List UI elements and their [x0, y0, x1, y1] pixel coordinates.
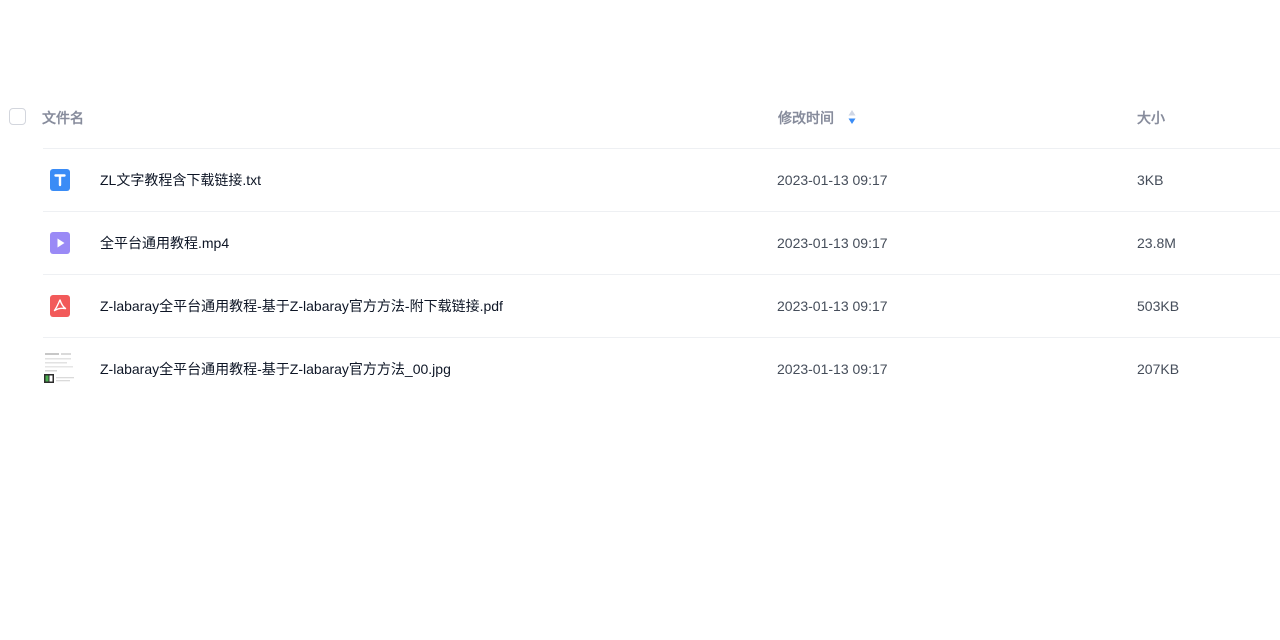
video-file-icon	[50, 232, 70, 254]
column-header-name[interactable]: 文件名	[42, 108, 84, 128]
pdf-file-icon	[50, 295, 70, 317]
column-header-modified[interactable]: 修改时间	[778, 108, 834, 128]
file-size: 23.8M	[1137, 235, 1176, 251]
file-size: 503KB	[1137, 298, 1180, 314]
file-row[interactable]: 全平台通用教程.mp4 2023-01-13 09:17 23.8M	[43, 211, 1280, 274]
file-name[interactable]: ZL文字教程含下载链接.txt	[100, 170, 261, 190]
txt-file-icon	[50, 169, 70, 191]
file-modified-time: 2023-01-13 09:17	[777, 235, 888, 251]
file-modified-time: 2023-01-13 09:17	[777, 298, 888, 314]
file-size: 207KB	[1137, 361, 1180, 377]
file-modified-time: 2023-01-13 09:17	[777, 361, 888, 377]
file-row[interactable]: ZL文字教程含下载链接.txt 2023-01-13 09:17 3KB	[43, 148, 1280, 211]
select-all-checkbox[interactable]	[9, 108, 26, 125]
file-name[interactable]: Z-labaray全平台通用教程-基于Z-labaray官方方法_00.jpg	[100, 359, 451, 379]
file-row[interactable]: Z-labaray全平台通用教程-基于Z-labaray官方方法-附下载链接.p…	[43, 274, 1280, 337]
file-name[interactable]: Z-labaray全平台通用教程-基于Z-labaray官方方法-附下载链接.p…	[100, 296, 503, 316]
sort-arrows-icon[interactable]	[847, 109, 857, 125]
image-thumbnail	[43, 351, 77, 385]
column-header-size[interactable]: 大小	[1137, 108, 1165, 128]
file-modified-time: 2023-01-13 09:17	[777, 172, 888, 188]
file-name[interactable]: 全平台通用教程.mp4	[100, 233, 229, 253]
file-list: 文件名 修改时间 大小 ZL文字教程含下载链接.txt 2023-01-13 0…	[0, 0, 1280, 640]
file-row[interactable]: Z-labaray全平台通用教程-基于Z-labaray官方方法_00.jpg …	[43, 337, 1280, 400]
file-size: 3KB	[1137, 172, 1164, 188]
file-list-header: 文件名 修改时间 大小	[0, 96, 1280, 140]
